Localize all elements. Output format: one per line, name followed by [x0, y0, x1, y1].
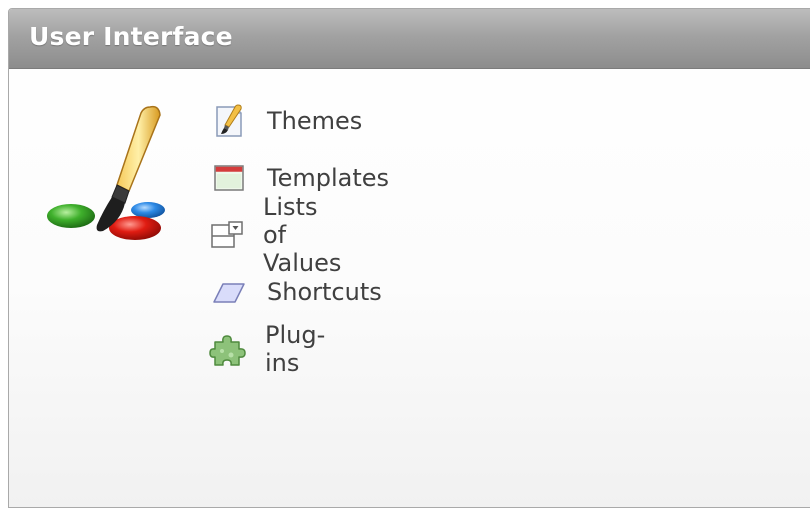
paintbrush-palette-icon: [47, 105, 165, 240]
templates-icon: [209, 158, 249, 198]
region-header: User Interface: [9, 9, 810, 69]
region-body: Themes Templates Lists of Values Shortcu…: [9, 69, 810, 507]
region-title: User Interface: [29, 22, 233, 51]
shortcuts-icon: [209, 272, 249, 312]
plug-ins-link[interactable]: Plug-ins: [209, 321, 327, 377]
themes-label: Themes: [267, 107, 363, 135]
plug-ins-label: Plug-ins: [265, 321, 326, 377]
lists-of-values-icon: [209, 215, 245, 255]
themes-icon: [209, 101, 249, 141]
templates-link[interactable]: Templates: [209, 158, 389, 198]
lists-of-values-label: Lists of Values: [263, 193, 342, 277]
shortcuts-label: Shortcuts: [267, 278, 382, 306]
plug-ins-icon: [209, 329, 247, 369]
shortcuts-link[interactable]: Shortcuts: [209, 272, 382, 312]
templates-label: Templates: [267, 164, 390, 192]
user-interface-region: User Interface Themes Templates Lists of…: [8, 8, 810, 508]
lists-of-values-link[interactable]: Lists of Values: [209, 193, 345, 277]
themes-link[interactable]: Themes: [209, 101, 362, 141]
